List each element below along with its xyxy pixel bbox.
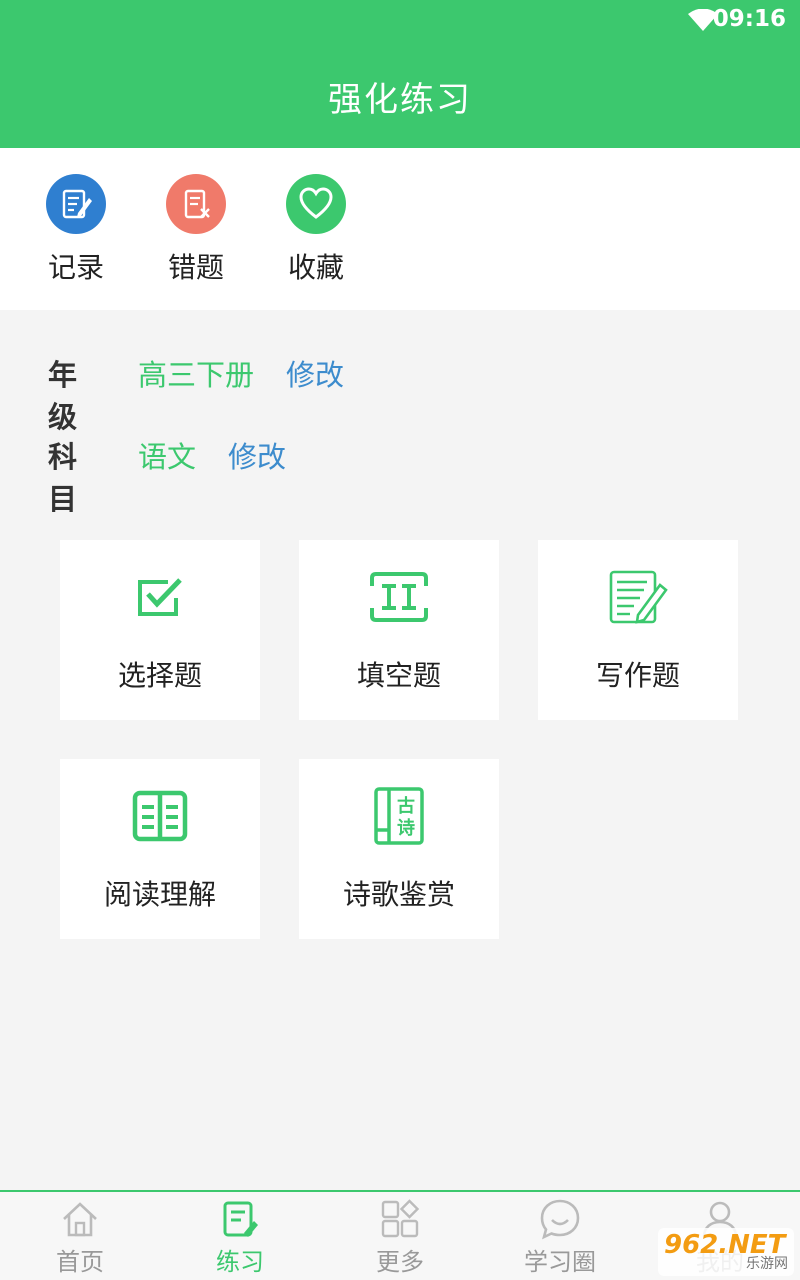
watermark-sub: 乐游网	[746, 1256, 788, 1272]
record-icon	[46, 174, 106, 234]
writing-card[interactable]: 写作题	[538, 540, 738, 720]
tab-home[interactable]: 首页	[0, 1198, 160, 1277]
poetry-label: 诗歌鉴赏	[342, 878, 455, 911]
favorites-label: 收藏	[287, 251, 344, 284]
fill-blank-icon	[370, 572, 428, 622]
tab-more[interactable]: 更多	[320, 1198, 480, 1277]
poetry-card[interactable]: 古 诗 诗歌鉴赏	[299, 759, 499, 939]
home-icon	[63, 1202, 97, 1237]
status-time: 09:16	[712, 6, 786, 32]
fill-blank-card[interactable]: 填空题	[299, 540, 499, 720]
subject-edit-link[interactable]: 修改	[228, 434, 286, 476]
grade-label: 年级	[48, 358, 78, 434]
grade-value: 高三下册	[138, 358, 255, 392]
multiple-choice-card[interactable]: 选择题	[60, 540, 260, 720]
wrong-questions-button[interactable]: 错题	[146, 174, 246, 286]
tab-practice[interactable]: 练习	[160, 1198, 320, 1277]
poem-icon-char-1: 古	[397, 795, 415, 817]
fill-blank-label: 填空题	[356, 659, 441, 692]
watermark-logo: 962.NET 乐游网	[658, 1228, 794, 1276]
tab-study-circle[interactable]: 学习圈	[480, 1198, 640, 1277]
practice-icon	[223, 1201, 258, 1237]
checkbox-icon	[138, 578, 182, 616]
poem-icon-char-2: 诗	[397, 818, 415, 839]
grade-edit-link[interactable]: 修改	[286, 352, 344, 394]
tab-practice-label: 练习	[216, 1248, 264, 1276]
wrong-question-icon	[166, 174, 226, 234]
tab-more-label: 更多	[376, 1248, 424, 1276]
record-label: 记录	[47, 251, 104, 284]
more-grid-icon	[381, 1199, 420, 1238]
book-icon	[132, 790, 188, 842]
app-header: 强化练习	[0, 40, 800, 148]
record-button[interactable]: 记录	[26, 174, 126, 286]
status-bar: 09:16	[0, 0, 800, 40]
tab-home-label: 首页	[56, 1248, 104, 1276]
poem-icon: 古 诗	[374, 787, 424, 845]
page-title: 强化练习	[328, 80, 472, 120]
writing-icon	[609, 570, 668, 624]
multiple-choice-label: 选择题	[117, 659, 202, 692]
writing-label: 写作题	[595, 659, 680, 692]
reading-label: 阅读理解	[103, 878, 216, 911]
chat-circle-icon	[540, 1199, 580, 1240]
tab-study-circle-label: 学习圈	[524, 1248, 596, 1276]
quick-actions-bar: 记录 错题 收藏	[0, 148, 800, 310]
wrong-questions-label: 错题	[167, 251, 224, 284]
subject-label: 科目	[48, 440, 78, 516]
favorites-button[interactable]: 收藏	[266, 174, 366, 286]
reading-card[interactable]: 阅读理解	[60, 759, 260, 939]
subject-value: 语文	[138, 440, 197, 474]
heart-icon	[286, 174, 346, 234]
